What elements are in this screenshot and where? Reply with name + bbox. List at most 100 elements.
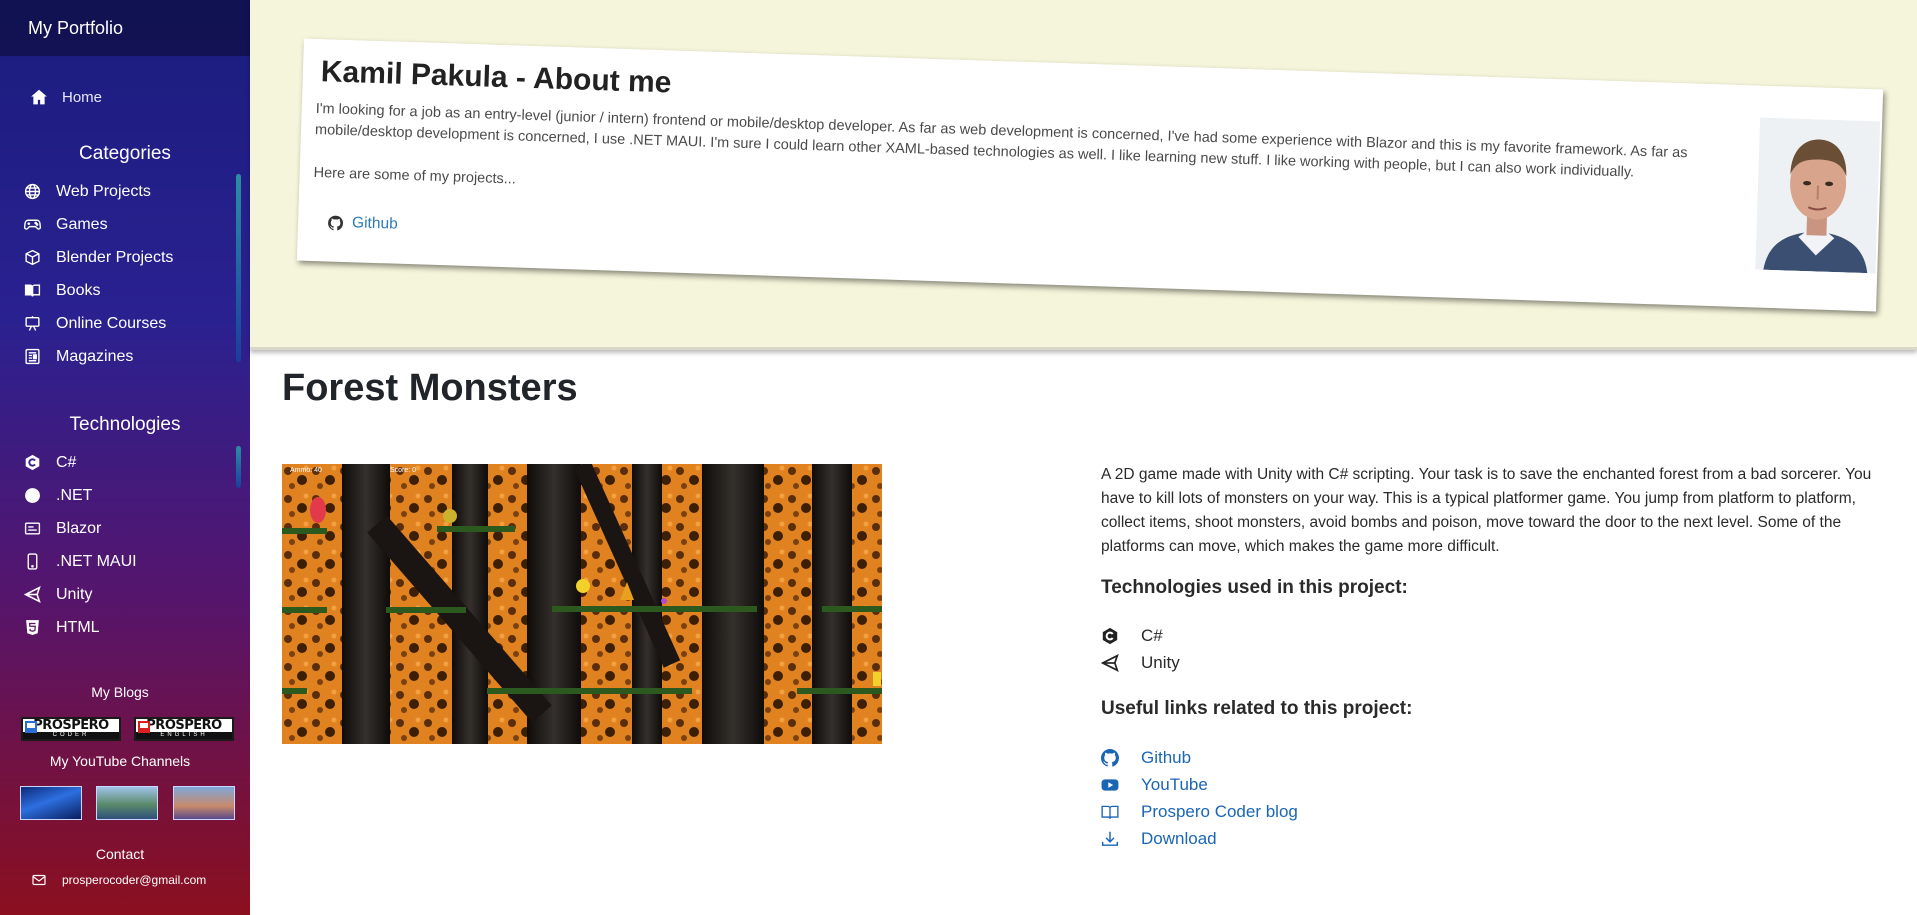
contact-email: prosperocoder@gmail.com	[62, 873, 207, 887]
sidebar-item-blender-projects[interactable]: Blender Projects	[24, 241, 224, 274]
unity-icon	[24, 586, 41, 603]
project-link-label: Download	[1141, 828, 1217, 848]
box-icon	[25, 249, 40, 266]
project-technologies-list: C# Unity	[1101, 622, 1180, 676]
about-title: Kamil Pakula - About me	[320, 55, 672, 100]
book-open-icon	[1101, 805, 1119, 819]
html5-icon	[26, 620, 39, 635]
book-icon	[24, 284, 41, 297]
sidebar-item-dotnet-maui[interactable]: .NET MAUI	[24, 545, 224, 578]
phone-icon	[27, 553, 38, 570]
project-link-github[interactable]: Github	[1101, 744, 1298, 771]
project-title: Forest Monsters	[282, 367, 578, 409]
github-icon	[328, 215, 344, 230]
project-description: A 2D game made with Unity with C# script…	[1101, 466, 1872, 555]
project-link-youtube[interactable]: YouTube	[1101, 771, 1298, 798]
project-tech-unity: Unity	[1101, 649, 1180, 676]
project-link-label: Github	[1141, 747, 1192, 767]
game-screenshot-image: Ammo: 40 Score: 0	[282, 464, 882, 744]
sidebar-item-label: HTML	[56, 618, 100, 636]
sidebar-item-label: .NET	[56, 486, 93, 504]
sidebar-item-label: Web Projects	[56, 182, 151, 200]
project-tech-label: Unity	[1141, 652, 1180, 672]
project-screenshot[interactable]: Ammo: 40 Score: 0	[282, 464, 882, 744]
contact-heading: Contact	[95, 846, 145, 862]
project-link-blog[interactable]: Prospero Coder blog	[1101, 798, 1298, 825]
sidebar-item-label: Games	[56, 215, 108, 233]
sidebar-item-html[interactable]: HTML	[24, 611, 224, 644]
sidebar-item-dotnet[interactable]: .NET	[24, 479, 224, 512]
sidebar-item-label: .NET MAUI	[56, 552, 137, 570]
sidebar-item-label: Blazor	[56, 519, 102, 537]
envelope-icon	[32, 874, 46, 886]
blazor-icon	[24, 522, 41, 535]
sidebar-item-books[interactable]: Books	[24, 274, 224, 307]
gamepad-icon	[24, 219, 41, 230]
sidebar-item-label: Magazines	[56, 347, 134, 365]
sidebar-item-games[interactable]: Games	[24, 208, 224, 241]
globe-icon	[24, 183, 41, 200]
contact-email-link[interactable]: prosperocoder@gmail.com	[32, 873, 206, 887]
sidebar-item-label: Online Courses	[56, 314, 167, 332]
youtube-heading: My YouTube Channels	[49, 753, 191, 769]
technologies-heading: Technologies	[69, 414, 181, 435]
prospero-coder-blog-logo[interactable]: PROSPERO CODER	[21, 717, 121, 741]
project-tech-label: C#	[1141, 625, 1163, 645]
brand-title[interactable]: My Portfolio	[0, 0, 250, 56]
sidebar: My Portfolio Home Categories Web Project…	[0, 0, 250, 915]
blog-logo-sub: CODER	[23, 732, 119, 739]
game-hud-score: Score: 0	[390, 467, 416, 474]
youtube-channel-thumb-3[interactable]	[173, 786, 235, 820]
sidebar-item-label: Home	[62, 88, 103, 106]
download-icon	[1101, 831, 1119, 846]
sidebar-item-label: Books	[56, 281, 101, 299]
project-link-download[interactable]: Download	[1101, 825, 1298, 852]
sidebar-item-label: C#	[56, 453, 77, 471]
game-hud-ammo: Ammo: 40	[290, 467, 322, 474]
blogs-heading: My Blogs	[91, 684, 149, 700]
project-tech-csharp: C#	[1101, 622, 1180, 649]
categories-scrollbar[interactable]	[236, 174, 241, 362]
project-link-label: YouTube	[1141, 774, 1208, 794]
unity-icon	[1101, 653, 1119, 672]
sidebar-item-label: Blender Projects	[56, 248, 174, 266]
csharp-icon	[1102, 627, 1118, 644]
technologies-list: C# .NET Blazor .NET MAUI Unity HTML	[24, 446, 224, 644]
blog-logo-sub: ENGLISH	[136, 732, 232, 739]
csharp-icon	[25, 454, 40, 471]
sidebar-item-unity[interactable]: Unity	[24, 578, 224, 611]
sidebar-item-online-courses[interactable]: Online Courses	[24, 307, 224, 340]
youtube-channel-thumb-2[interactable]	[96, 786, 158, 820]
useful-links-heading: Useful links related to this project:	[1101, 698, 1413, 719]
sidebar-item-csharp[interactable]: C#	[24, 446, 224, 479]
prospero-english-blog-logo[interactable]: PROSPERO ENGLISH	[134, 717, 234, 741]
about-github-link[interactable]: Github	[328, 213, 398, 233]
about-text: I'm looking for a job as an entry-level …	[314, 100, 1688, 181]
blog-logo-name: PROSPERO	[33, 718, 109, 733]
about-github-label: Github	[351, 214, 398, 233]
flag-icon	[138, 721, 150, 733]
sidebar-item-home[interactable]: Home	[30, 88, 102, 106]
brand-label: My Portfolio	[28, 17, 124, 38]
sidebar-item-web-projects[interactable]: Web Projects	[24, 175, 224, 208]
technologies-scrollbar[interactable]	[236, 446, 241, 488]
profile-photo-image	[1755, 117, 1881, 274]
sidebar-item-label: Unity	[56, 585, 93, 603]
profile-photo	[1755, 117, 1881, 274]
easel-icon	[25, 316, 40, 331]
project-links-list: Github YouTube Prospero Coder blog Downl…	[1101, 744, 1298, 852]
dotnet-icon	[25, 488, 40, 503]
flag-icon	[25, 721, 37, 733]
sidebar-item-blazor[interactable]: Blazor	[24, 512, 224, 545]
github-icon	[1101, 748, 1119, 767]
categories-list: Web Projects Games Blender Projects Book…	[24, 175, 224, 373]
categories-heading: Categories	[79, 143, 171, 164]
about-more-text: Here are some of my projects...	[313, 164, 517, 188]
youtube-channel-thumb-1[interactable]	[20, 786, 82, 820]
newspaper-icon	[25, 348, 40, 365]
youtube-icon	[1101, 778, 1119, 791]
sidebar-item-magazines[interactable]: Magazines	[24, 340, 224, 373]
project-link-label: Prospero Coder blog	[1141, 801, 1298, 821]
home-icon	[31, 89, 47, 105]
blog-logo-name: PROSPERO	[146, 718, 222, 733]
